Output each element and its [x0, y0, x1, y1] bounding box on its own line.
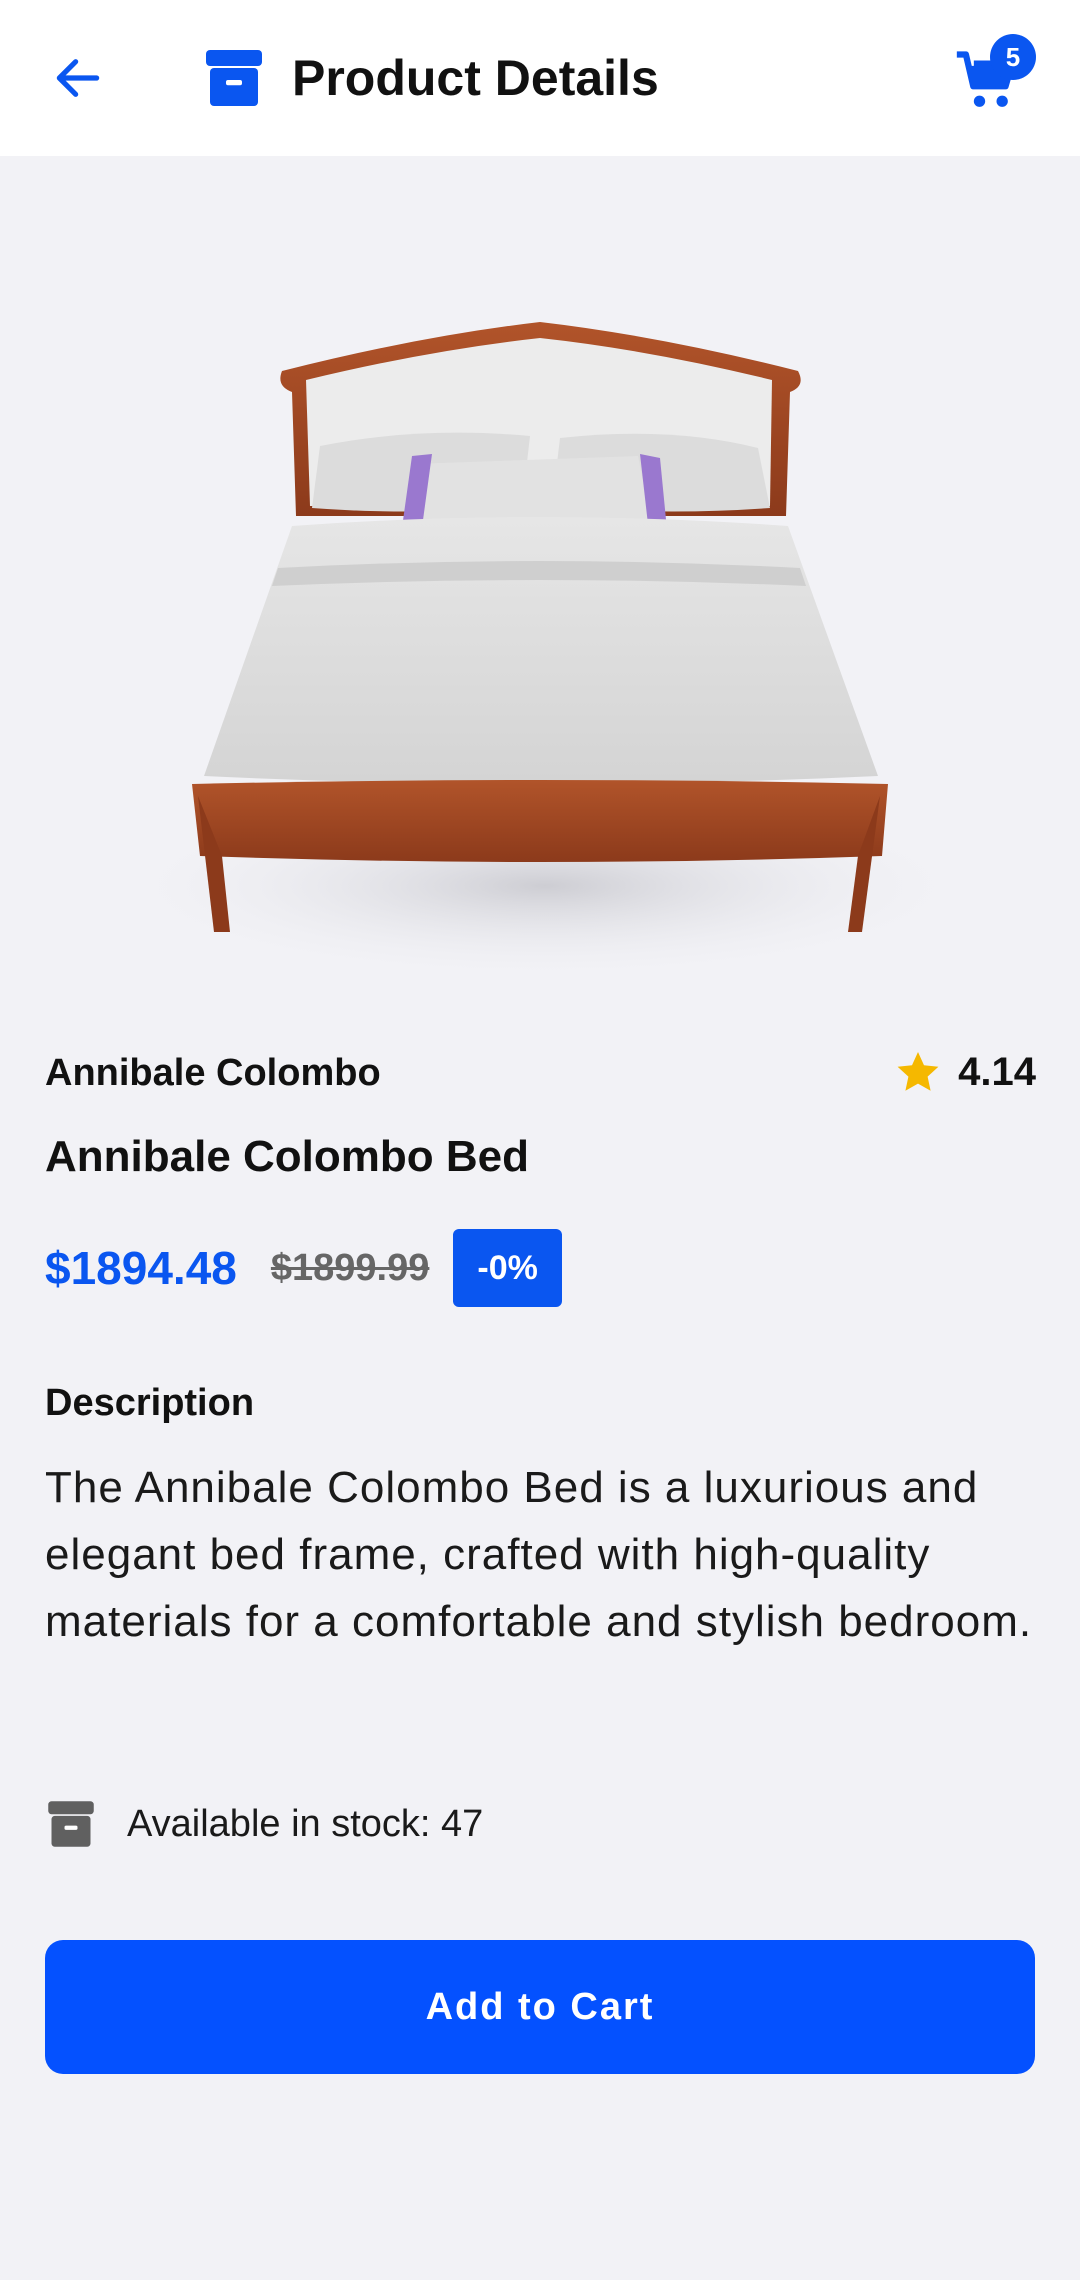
archive-box-icon [48, 1801, 94, 1847]
bed-image [105, 322, 985, 981]
stock-info: Available in stock: 47 [45, 1796, 483, 1852]
cart-count-badge: 5 [990, 34, 1036, 80]
rating-value: 4.14 [958, 1050, 1036, 1094]
stock-text: Available in stock: 47 [127, 1802, 484, 1845]
price-row: $1894.48 $1899.99 -0% [45, 1228, 562, 1308]
archive-box-icon [206, 50, 262, 106]
description-text: The Annibale Colombo Bed is a luxurious … [45, 1463, 1033, 1646]
current-price: $1894.48 [45, 1242, 237, 1294]
description-heading: Description [45, 1382, 255, 1424]
app-bar: Product Details 5 [0, 0, 1080, 156]
page-title: Product Details [292, 50, 659, 106]
product-image [0, 156, 1080, 1000]
arrow-left-icon [56, 59, 100, 97]
original-price: $1899.99 [270, 1246, 430, 1289]
product-name: Annibale Colombo Bed [45, 1132, 529, 1181]
add-to-cart-button[interactable]: Add to Cart [45, 1940, 1035, 2074]
rating: 4.14 [894, 1048, 1036, 1096]
star-icon [897, 1052, 939, 1091]
cart-button[interactable]: 5 [946, 28, 1036, 128]
brand-name: Annibale Colombo [45, 1052, 381, 1094]
back-button[interactable] [40, 40, 116, 116]
discount-badge: -0% [453, 1229, 562, 1307]
